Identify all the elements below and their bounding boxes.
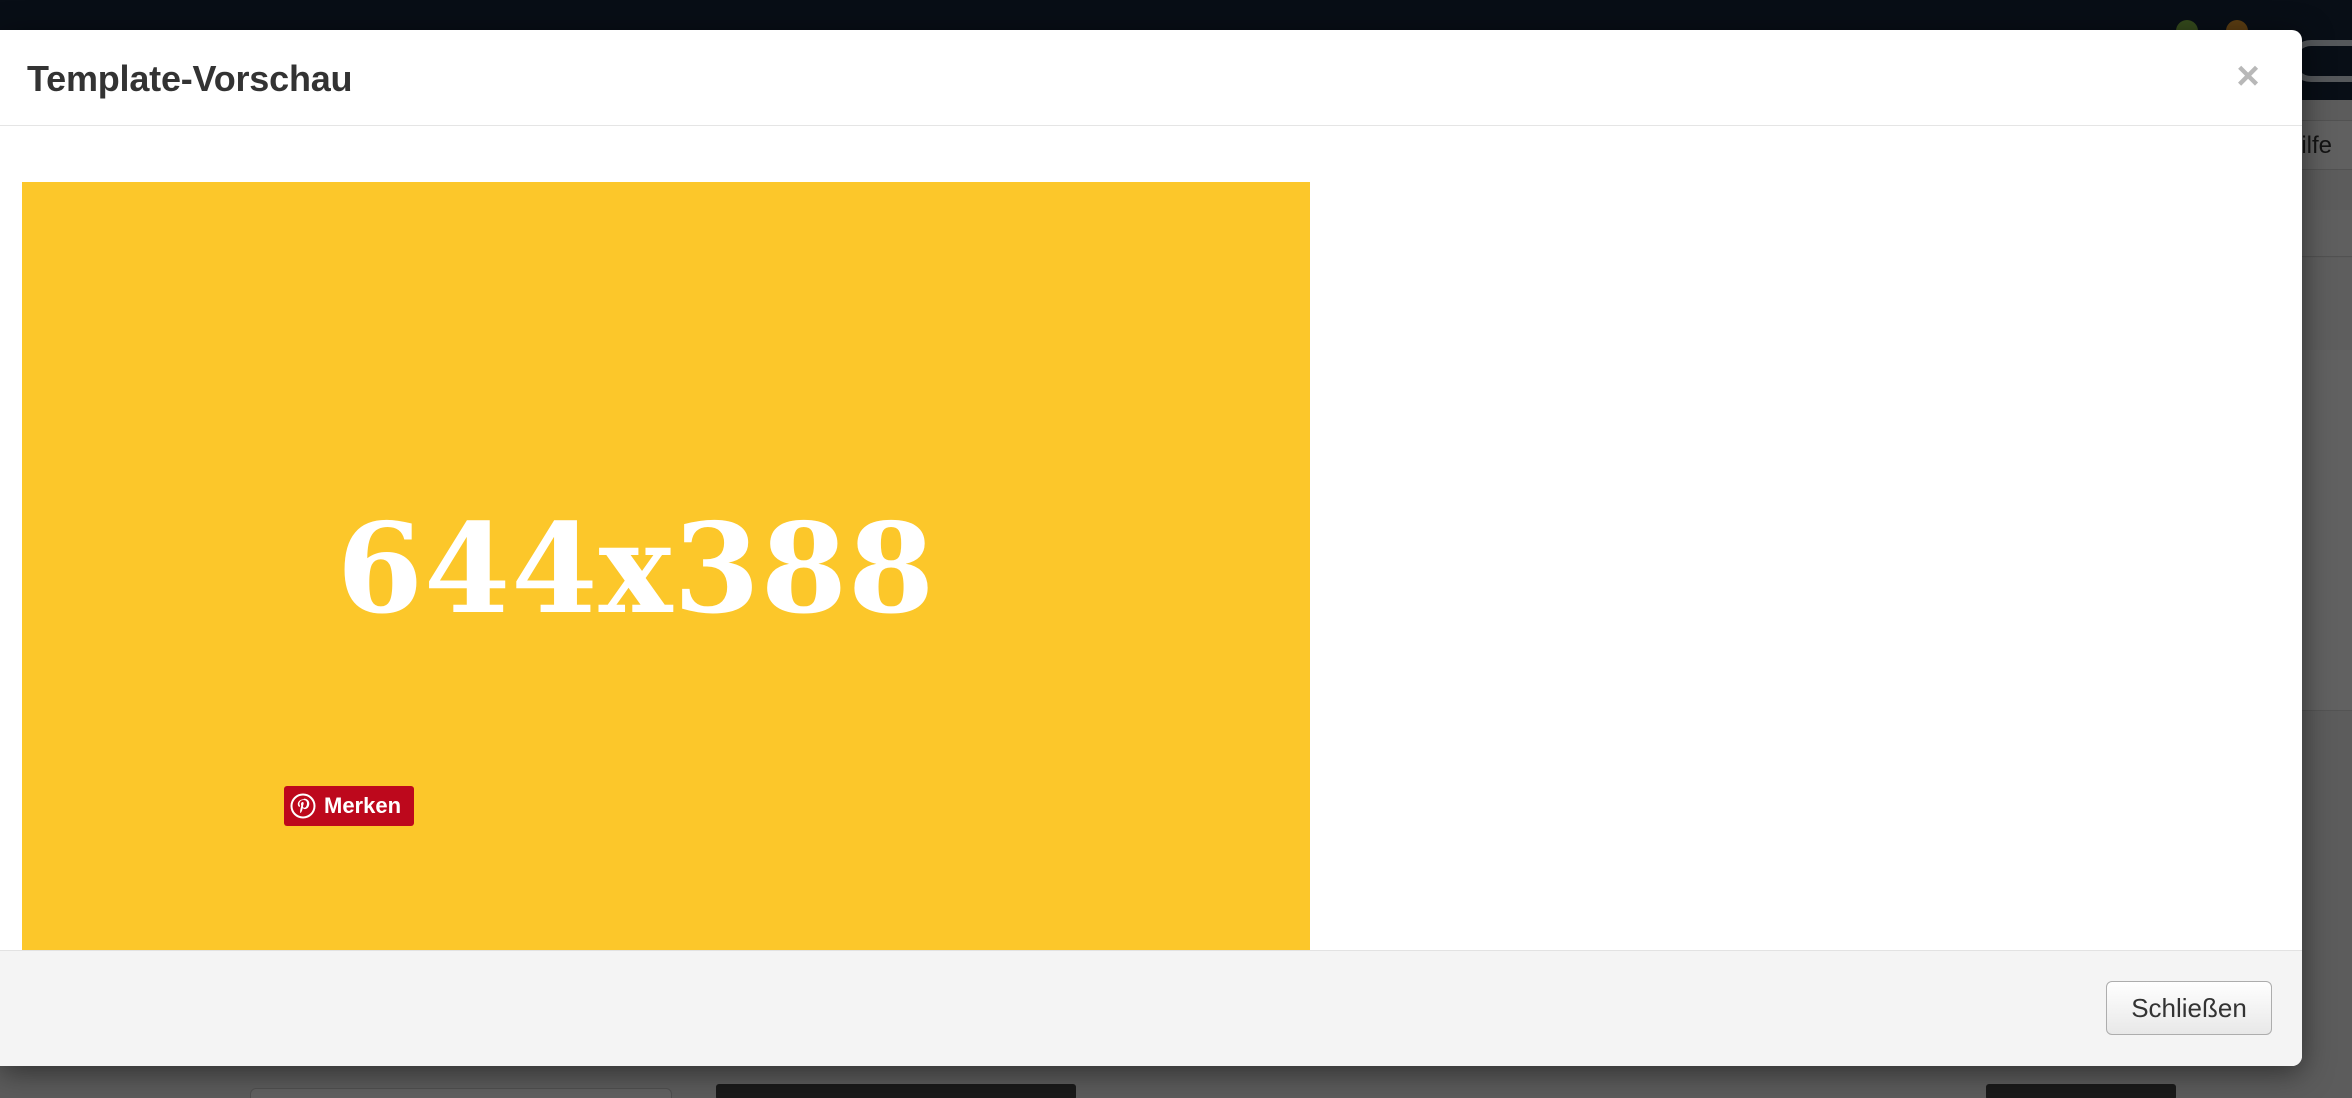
close-button[interactable]: Schließen — [2106, 981, 2272, 1035]
template-preview-image: 644x388 Merken — [22, 182, 1310, 958]
modal-title: Template-Vorschau — [27, 58, 353, 99]
pinterest-save-label: Merken — [324, 793, 402, 818]
close-icon[interactable]: × — [2228, 56, 2268, 96]
pinterest-save-button[interactable]: Merken — [284, 786, 414, 826]
modal-body: 644x388 Merken — [0, 126, 2302, 980]
image-dimensions-label: 644x388 — [336, 497, 936, 642]
template-preview-dialog: Template-Vorschau × 644x388 Merken Schli… — [0, 30, 2302, 1066]
modal-header: Template-Vorschau × — [0, 30, 2302, 126]
modal-footer: Schließen — [0, 950, 2302, 1066]
pinterest-icon — [290, 793, 316, 819]
